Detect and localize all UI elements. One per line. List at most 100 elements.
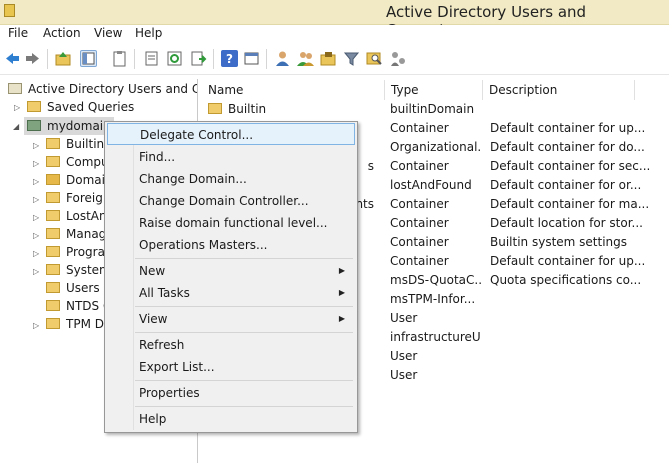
group-icon[interactable] — [297, 50, 314, 67]
menu-export-list[interactable]: Export List... — [107, 356, 355, 378]
refresh-icon[interactable] — [166, 50, 183, 67]
list-row-type: Container — [390, 121, 449, 135]
list-row-name[interactable]: Builtin — [208, 100, 380, 119]
tree-item-system[interactable]: System — [46, 261, 111, 279]
delegate-icon[interactable] — [390, 50, 407, 67]
tree-item-program-data[interactable]: Progra — [46, 243, 105, 261]
export-list-icon[interactable] — [190, 50, 207, 67]
list-row-description — [490, 100, 668, 119]
list-row-type: Container — [390, 216, 449, 230]
tree-item-ntds-quotas[interactable]: NTDS C — [46, 297, 111, 315]
expand-builtin[interactable]: ▷ — [33, 141, 39, 150]
expand-foreign[interactable]: ▷ — [33, 195, 39, 204]
list-row-type: User — [390, 349, 418, 363]
context-menu: Delegate Control... Find... Change Domai… — [104, 121, 358, 433]
tree-item-tpm-devices[interactable]: TPM D — [46, 315, 104, 333]
show-hide-tree-icon[interactable] — [80, 50, 97, 67]
ou-icon[interactable] — [320, 50, 337, 67]
menu-delegate-control[interactable]: Delegate Control... — [107, 123, 355, 145]
list-row-type: Container — [390, 159, 449, 173]
list-row-type: Container — [390, 254, 449, 268]
list-row-type: Container — [390, 197, 449, 211]
ou-folder-icon — [46, 174, 60, 185]
tree-item-foreign-security[interactable]: Foreig — [46, 189, 103, 207]
tree-item-builtin[interactable]: Builtin — [46, 135, 104, 153]
tree-root[interactable]: Active Directory Users and Com — [8, 80, 197, 98]
expand-tpm[interactable]: ▷ — [33, 321, 39, 330]
clipboard-icon[interactable] — [111, 50, 128, 67]
folder-icon — [46, 192, 60, 203]
column-header-type[interactable]: Type — [385, 80, 483, 100]
tree-item-computers[interactable]: Compu — [46, 153, 109, 171]
domain-icon — [27, 120, 41, 131]
list-row-type: Organizational... — [390, 140, 482, 154]
folder-icon — [46, 300, 60, 311]
back-arrow-icon[interactable] — [4, 50, 21, 67]
collapse-domain[interactable]: ◢ — [13, 122, 19, 131]
console-icon[interactable] — [243, 50, 260, 67]
expand-program[interactable]: ▷ — [33, 249, 39, 258]
user-icon[interactable] — [274, 50, 291, 67]
list-row-description — [490, 366, 668, 385]
forward-arrow-icon[interactable] — [24, 50, 41, 67]
list-row-description: Default container for sec... — [490, 159, 651, 173]
column-header-description[interactable]: Description — [483, 80, 635, 100]
list-row-type: Container — [390, 235, 449, 249]
tree-item-managed[interactable]: Manag — [46, 225, 106, 243]
expand-lostandfound[interactable]: ▷ — [33, 213, 39, 222]
tree-item-lostandfound[interactable]: LostAn — [46, 207, 107, 225]
menu-all-tasks[interactable]: All Tasks ▶ — [107, 282, 355, 304]
list-row-type: User — [390, 311, 418, 325]
menu-change-domain[interactable]: Change Domain... — [107, 168, 355, 190]
list-row-description: Default container for up... — [490, 121, 646, 135]
list-row-description: Builtin system settings — [490, 235, 628, 249]
expand-system[interactable]: ▷ — [33, 267, 39, 276]
menu-view[interactable]: View ▶ — [107, 308, 355, 330]
list-row-type: lostAndFound — [390, 178, 472, 192]
search-icon[interactable] — [366, 50, 383, 67]
menu-properties[interactable]: Properties — [107, 382, 355, 404]
tree-item-saved-queries[interactable]: Saved Queries — [27, 98, 134, 116]
list-row-description: Default container for or... — [490, 178, 642, 192]
folder-icon — [27, 101, 41, 112]
list-row-type: msDS-QuotaC... — [390, 273, 482, 287]
menu-new[interactable]: New ▶ — [107, 260, 355, 282]
tree-item-users[interactable]: Users — [46, 279, 100, 297]
tree-item-domain[interactable]: mydomain — [24, 117, 114, 135]
expand-domain-controllers[interactable]: ▷ — [33, 177, 39, 186]
list-row-description: Default container for ma... — [490, 197, 650, 211]
expand-computers[interactable]: ▷ — [33, 159, 39, 168]
submenu-arrow-icon: ▶ — [338, 266, 345, 275]
up-folder-icon[interactable] — [55, 50, 72, 67]
menu-operations-masters[interactable]: Operations Masters... — [107, 234, 355, 256]
console-root-icon — [8, 83, 22, 94]
column-header-name[interactable]: Name — [202, 80, 385, 100]
title-bar: Active Directory Users and Computers — [0, 0, 669, 39]
folder-icon — [46, 264, 60, 275]
menu-find[interactable]: Find... — [107, 146, 355, 168]
menu-change-domain-controller[interactable]: Change Domain Controller... — [107, 190, 355, 212]
list-row-type: builtinDomain — [390, 102, 475, 116]
filter-icon[interactable] — [343, 50, 360, 67]
list-row-description — [490, 347, 668, 366]
tree-item-domain-controllers[interactable]: Domai — [46, 171, 105, 189]
folder-icon — [46, 318, 60, 329]
submenu-arrow-icon: ▶ — [338, 314, 345, 323]
menu-action[interactable]: Action — [43, 26, 81, 40]
menu-raise-functional-level[interactable]: Raise domain functional level... — [107, 212, 355, 234]
svg-text:?: ? — [226, 52, 233, 66]
menu-refresh[interactable]: Refresh — [107, 334, 355, 356]
expand-saved-queries[interactable]: ▷ — [14, 103, 20, 112]
submenu-arrow-icon: ▶ — [338, 288, 345, 297]
folder-icon — [46, 282, 60, 293]
folder-icon — [46, 156, 60, 167]
list-row-type: msTPM-Infor... — [390, 292, 476, 306]
menu-view[interactable]: View — [94, 26, 122, 40]
help-icon[interactable]: ? — [221, 50, 238, 67]
menu-help[interactable]: Help — [135, 26, 162, 40]
properties-icon[interactable] — [143, 50, 160, 67]
menu-help[interactable]: Help — [107, 408, 355, 430]
menu-file[interactable]: File — [8, 26, 28, 40]
list-row-type: User — [390, 368, 418, 382]
expand-managed[interactable]: ▷ — [33, 231, 39, 240]
